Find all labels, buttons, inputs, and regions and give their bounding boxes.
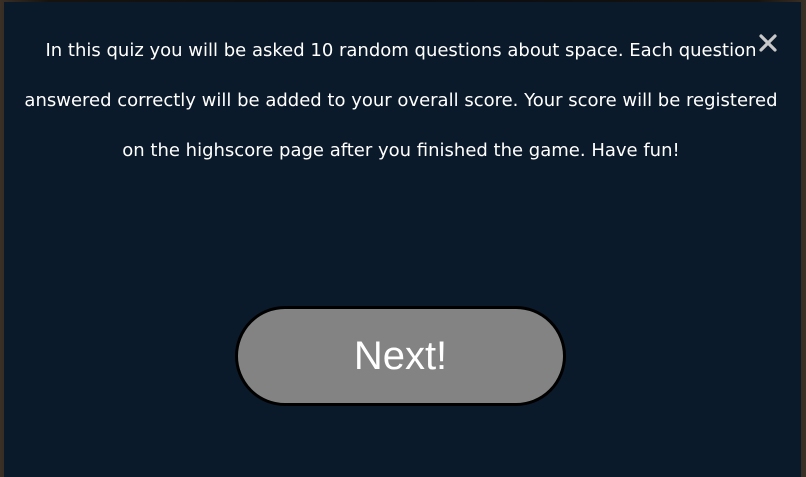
next-button[interactable]: Next! [235, 306, 566, 406]
instructions-text: In this quiz you will be asked 10 random… [24, 40, 778, 161]
instructions-modal: In this quiz you will be asked 10 random… [4, 2, 801, 477]
